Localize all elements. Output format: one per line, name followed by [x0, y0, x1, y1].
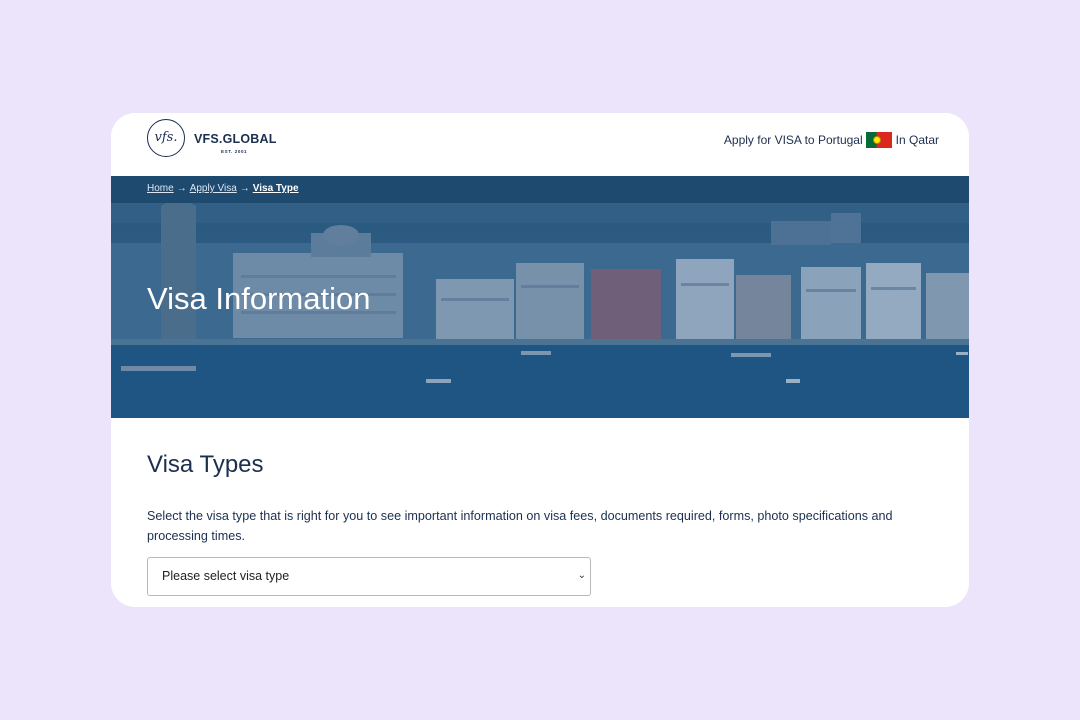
logo-est: EST. 2001: [221, 149, 248, 154]
breadcrumb-arrow-icon: →: [176, 183, 187, 194]
breadcrumb-apply-visa-link[interactable]: Apply Visa: [190, 183, 237, 194]
location-text: In Qatar: [895, 133, 939, 147]
hero-banner: Home → Apply Visa → Visa Type Visa Infor…: [111, 176, 969, 418]
site-header: vfs. VFS.GLOBAL EST. 2001 Apply for VISA…: [111, 113, 969, 176]
vfs-logo[interactable]: vfs. VFS.GLOBAL EST. 2001: [147, 119, 287, 163]
breadcrumb-arrow-icon: →: [239, 183, 250, 194]
visa-types-heading: Visa Types: [147, 451, 264, 478]
visa-type-select-value: Please select visa type: [162, 569, 290, 583]
logo-monogram: vfs.: [147, 119, 185, 157]
portugal-flag-icon: [865, 132, 892, 148]
breadcrumb-bar: Home → Apply Visa → Visa Type: [111, 176, 969, 203]
breadcrumb-home-link[interactable]: Home: [147, 183, 174, 194]
breadcrumb-current: Visa Type: [252, 183, 299, 194]
hero-title: Visa Information: [147, 281, 371, 316]
apply-info: Apply for VISA to Portugal In Qatar: [724, 131, 939, 149]
chevron-down-icon: ⌄: [577, 570, 586, 581]
page-card: vfs. VFS.GLOBAL EST. 2001 Apply for VISA…: [111, 113, 969, 607]
breadcrumb: Home → Apply Visa → Visa Type: [147, 183, 299, 194]
visa-type-select[interactable]: Please select visa type ⌄: [147, 557, 591, 596]
logo-name: VFS.GLOBAL: [194, 132, 277, 146]
visa-types-description: Select the visa type that is right for y…: [147, 509, 893, 543]
apply-text: Apply for VISA to Portugal: [723, 133, 863, 147]
